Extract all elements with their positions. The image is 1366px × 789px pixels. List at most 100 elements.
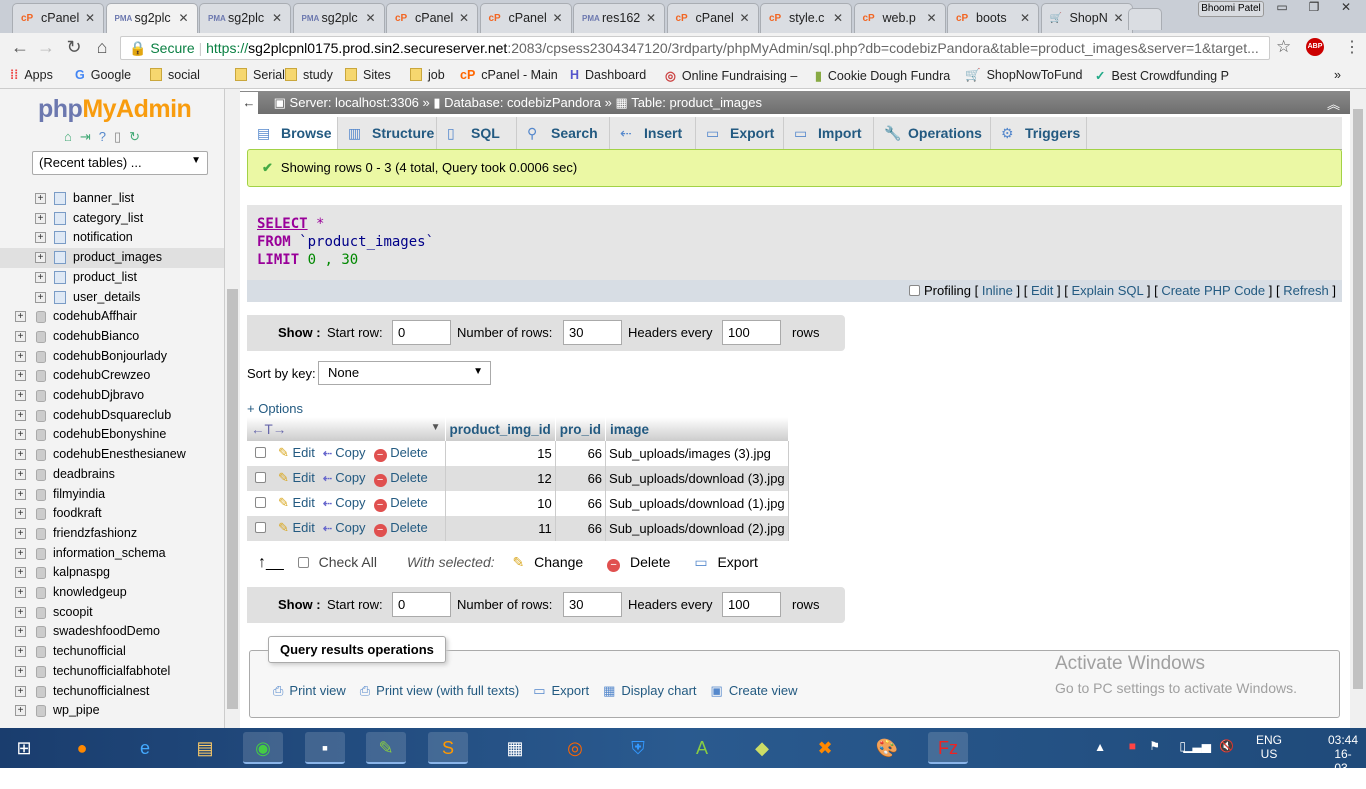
- sidebar-database-item[interactable]: + codehubBonjourlady: [0, 347, 224, 367]
- sidebar-database-item[interactable]: + codehubAffhair: [0, 307, 224, 327]
- logout-icon[interactable]: ⇥: [80, 129, 99, 144]
- star-icon[interactable]: ☆: [1276, 37, 1291, 57]
- sublime-icon[interactable]: S: [428, 732, 468, 764]
- close-tab-icon[interactable]: ✕: [739, 11, 749, 25]
- expand-icon[interactable]: +: [35, 252, 46, 264]
- expand-icon[interactable]: +: [35, 232, 46, 244]
- sidebar-database-item[interactable]: + codehubEbonyshine: [0, 425, 224, 445]
- qro-link-print-view-with-full-texts-[interactable]: Print view (with full texts): [376, 683, 519, 698]
- tab-insert[interactable]: ⇠ Insert: [610, 117, 696, 150]
- sidebar-scrollbar[interactable]: [225, 89, 240, 728]
- close-tab-icon[interactable]: ✕: [833, 11, 843, 25]
- sidebar-database-item[interactable]: + kalpnaspg: [0, 563, 224, 583]
- cell-product-img-id[interactable]: 12: [445, 466, 556, 491]
- browser-tab[interactable]: PMA sg2plc ✕: [199, 3, 291, 33]
- bookmark-item[interactable]: ▮ Cookie Dough Fundra: [815, 68, 950, 83]
- cell-product-img-id[interactable]: 10: [445, 491, 556, 516]
- qro-link-export[interactable]: Export: [552, 683, 590, 698]
- collapse-sidebar-button[interactable]: ←: [240, 92, 258, 115]
- num-rows-input[interactable]: [563, 592, 622, 617]
- reload-icon[interactable]: ↻: [62, 37, 86, 58]
- expand-icon[interactable]: +: [15, 547, 26, 559]
- expand-icon[interactable]: +: [15, 311, 26, 323]
- profile-button[interactable]: Bhoomi Patel: [1198, 1, 1264, 17]
- copy-row-button[interactable]: Copy: [335, 445, 365, 460]
- expand-icon[interactable]: +: [15, 488, 26, 500]
- edit-row-button[interactable]: Edit: [293, 470, 315, 485]
- cmd-icon[interactable]: ▪: [305, 732, 345, 764]
- sidebar-database-item[interactable]: + filmyindia: [0, 485, 224, 505]
- file-explorer-icon[interactable]: ▤: [185, 732, 225, 764]
- phpmyadmin-logo[interactable]: phpMyAdmin: [38, 95, 192, 124]
- xampp-icon[interactable]: ✖: [805, 732, 845, 764]
- expand-icon[interactable]: +: [35, 291, 46, 303]
- cell-image[interactable]: Sub_uploads/images (3).jpg: [605, 441, 789, 466]
- menu-icon[interactable]: ⋮: [1344, 37, 1360, 57]
- expand-icon[interactable]: +: [15, 527, 26, 539]
- tab-browse[interactable]: ▤ Browse: [247, 117, 338, 150]
- expand-icon[interactable]: +: [15, 390, 26, 401]
- expand-icon[interactable]: +: [35, 271, 46, 283]
- edit-row-button[interactable]: Edit: [293, 445, 315, 460]
- close-tab-icon[interactable]: ✕: [178, 11, 188, 25]
- sql-link-explain-sql[interactable]: Explain SQL: [1071, 283, 1143, 298]
- browser-tab[interactable]: cP web.p ✕: [853, 3, 946, 33]
- sidebar-database-item[interactable]: + scoopit: [0, 603, 224, 623]
- close-tab-icon[interactable]: ✕: [459, 11, 469, 25]
- cell-image[interactable]: Sub_uploads/download (2).jpg: [605, 516, 789, 541]
- browser-tab[interactable]: 🛒 ShopN ✕: [1040, 3, 1133, 33]
- num-rows-input[interactable]: [563, 320, 622, 345]
- row-checkbox[interactable]: [255, 447, 266, 458]
- cell-image[interactable]: Sub_uploads/download (1).jpg: [605, 491, 789, 516]
- browser-tab[interactable]: PMA sg2plc ✕: [292, 3, 385, 33]
- cell-pro-id[interactable]: 66: [555, 516, 607, 541]
- sidebar-table-item[interactable]: + user_details: [0, 288, 224, 308]
- expand-icon[interactable]: +: [15, 468, 26, 480]
- export-selected-button[interactable]: Export: [717, 554, 757, 570]
- column-header-image[interactable]: image: [605, 417, 789, 441]
- new-tab-button[interactable]: [1128, 8, 1162, 30]
- delete-row-button[interactable]: Delete: [390, 495, 428, 510]
- cell-product-img-id[interactable]: 11: [445, 516, 556, 541]
- firefox-icon[interactable]: ●: [62, 732, 102, 764]
- expand-icon[interactable]: +: [15, 587, 26, 598]
- chrome-icon[interactable]: ◉: [243, 732, 283, 764]
- delete-row-button[interactable]: Delete: [390, 445, 428, 460]
- sidebar-database-item[interactable]: + wp_pipe: [0, 701, 224, 721]
- row-checkbox[interactable]: [255, 522, 266, 533]
- restore-icon[interactable]: ❐: [1298, 0, 1330, 18]
- qro-link-print-view[interactable]: Print view: [289, 683, 345, 698]
- bookmark-item[interactable]: job: [410, 68, 445, 82]
- tab-operations[interactable]: 🔧 Operations: [874, 117, 991, 150]
- flag-icon[interactable]: ⚑: [1149, 739, 1160, 753]
- column-header-product-img-id[interactable]: product_img_id: [445, 417, 556, 441]
- tab-sql[interactable]: ▯ SQL: [437, 117, 517, 150]
- bookmark-item[interactable]: Serials: [235, 68, 291, 82]
- volume-muted-icon[interactable]: 🔇: [1219, 739, 1234, 753]
- adblock-icon[interactable]: ABP: [1306, 38, 1324, 56]
- reload-icon[interactable]: ↻: [129, 129, 148, 144]
- bookmark-item[interactable]: study: [285, 68, 333, 82]
- expand-icon[interactable]: +: [15, 685, 26, 697]
- notepad-icon[interactable]: ✎: [366, 732, 406, 764]
- app-tray-icon[interactable]: ■: [1129, 739, 1136, 753]
- expand-icon[interactable]: +: [15, 606, 26, 618]
- qro-link-create-view[interactable]: Create view: [729, 683, 798, 698]
- close-tab-icon[interactable]: ✕: [646, 11, 656, 25]
- sidebar-table-item[interactable]: + category_list: [0, 209, 224, 229]
- close-window-icon[interactable]: ✕: [1330, 0, 1362, 18]
- cell-pro-id[interactable]: 66: [555, 441, 607, 466]
- show-button[interactable]: Show :: [278, 597, 321, 612]
- expand-icon[interactable]: +: [35, 193, 46, 204]
- main-scrollbar[interactable]: [1350, 89, 1366, 728]
- docs-icon[interactable]: ▯: [114, 129, 129, 144]
- show-button[interactable]: Show :: [278, 325, 321, 340]
- browser-tab[interactable]: cP cPanel ✕: [386, 3, 478, 33]
- show-hidden-icons[interactable]: ▲: [1094, 740, 1106, 754]
- expand-icon[interactable]: +: [15, 370, 26, 382]
- copy-row-button[interactable]: Copy: [335, 495, 365, 510]
- sort-dropdown-icon[interactable]: ▼: [431, 422, 441, 433]
- qro-link-display-chart[interactable]: Display chart: [621, 683, 696, 698]
- close-tab-icon[interactable]: ✕: [1113, 11, 1123, 25]
- minimize-icon[interactable]: ▭: [1266, 0, 1298, 18]
